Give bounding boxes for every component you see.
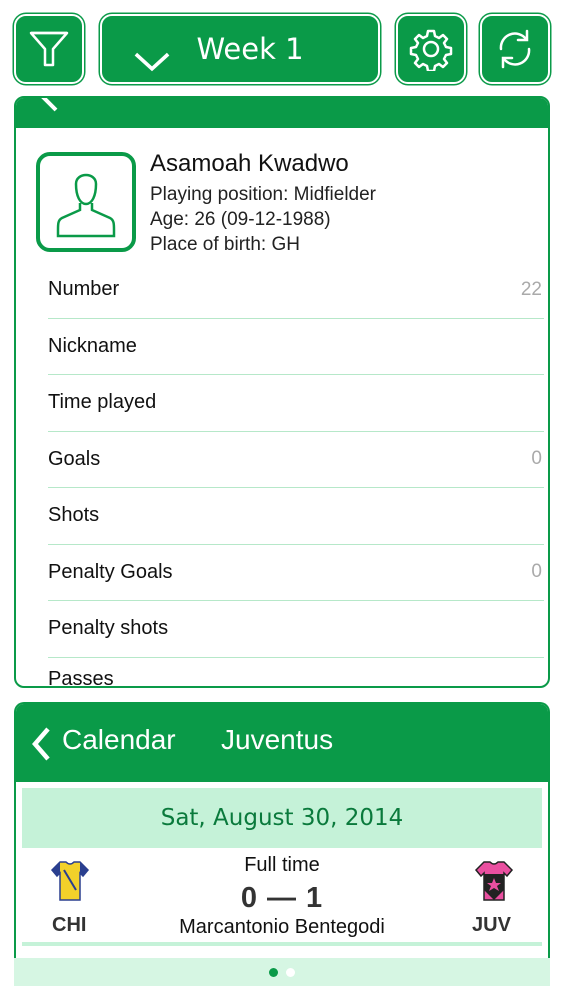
- stat-row-number[interactable]: Number 22: [48, 262, 544, 319]
- stat-label: Penalty shots: [48, 617, 169, 640]
- stat-row-passes[interactable]: Passes: [48, 658, 544, 688]
- page-dot-inactive[interactable]: [286, 967, 295, 977]
- divider: [22, 942, 542, 946]
- stat-value: 22: [520, 278, 542, 300]
- player-card-header: [16, 98, 548, 128]
- refresh-icon: [499, 29, 531, 69]
- stat-value: 0: [531, 561, 542, 583]
- person-silhouette-icon: [56, 173, 116, 238]
- page-dot-active[interactable]: [269, 967, 278, 977]
- stat-row-time-played[interactable]: Time played: [48, 375, 544, 432]
- calendar-title[interactable]: Calendar: [62, 724, 176, 756]
- player-name: Asamoah Kwadwo: [150, 150, 349, 177]
- calendar-team: Juventus: [221, 724, 334, 755]
- player-detail-card: Asamoah Kwadwo Playing position: Midfiel…: [14, 96, 550, 688]
- stat-label: Time played: [48, 391, 157, 414]
- stat-label: Number: [48, 278, 120, 301]
- match-venue: Marcantonio Bentegodi: [179, 916, 385, 938]
- back-chevron-icon[interactable]: [30, 726, 52, 762]
- week-label: Week 1: [196, 32, 304, 66]
- gear-icon: [409, 29, 453, 71]
- stat-row-penalty-goals[interactable]: Penalty Goals 0: [48, 545, 544, 601]
- player-age: Age: 26 (09-12-1988): [150, 209, 331, 230]
- match-status: Full time: [244, 854, 320, 876]
- filter-button[interactable]: [14, 14, 84, 84]
- page-indicator: [14, 958, 550, 986]
- player-avatar: [36, 152, 136, 252]
- back-chevron-icon[interactable]: [38, 96, 60, 112]
- place-of-birth: Place of birth: GH: [150, 234, 300, 255]
- away-team-code: JUV: [472, 914, 511, 936]
- player-info: Asamoah Kwadwo Playing position: Midfiel…: [150, 150, 376, 257]
- stat-label: Nickname: [48, 334, 137, 357]
- stat-row-shots[interactable]: Shots: [48, 488, 544, 545]
- playing-position: Playing position: Midfielder: [150, 184, 377, 205]
- stat-label: Penalty Goals: [48, 560, 173, 583]
- match-date-bar: Sat, August 30, 2014: [22, 788, 542, 848]
- stat-row-nickname[interactable]: Nickname: [48, 319, 544, 375]
- calendar-card: Calendar Juventus Sat, August 30, 2014 C…: [14, 702, 550, 962]
- match-date: Sat, August 30, 2014: [160, 805, 404, 831]
- stat-label: Shots: [48, 504, 100, 527]
- refresh-button[interactable]: [480, 14, 550, 84]
- away-kit-icon: [474, 861, 514, 901]
- stat-label: Goals: [48, 447, 101, 470]
- top-toolbar: Week 1: [12, 12, 550, 86]
- stat-row-goals[interactable]: Goals 0: [48, 432, 544, 488]
- calendar-header: Calendar Juventus: [16, 704, 548, 782]
- chevron-down-icon: [134, 52, 170, 72]
- settings-button[interactable]: [396, 14, 466, 84]
- filter-icon: [29, 31, 69, 67]
- match-score: 0 — 1: [240, 882, 324, 914]
- stat-row-penalty-shots[interactable]: Penalty shots: [48, 601, 544, 658]
- stat-label: Passes: [48, 667, 114, 688]
- stats-list: Number 22 Nickname Time played Goals 0 S…: [48, 262, 544, 688]
- match-row[interactable]: CHI Full time 0 — 1 Marcantonio Bentegod…: [16, 848, 548, 948]
- week-selector[interactable]: Week 1: [100, 14, 380, 84]
- stat-value: 0: [531, 448, 542, 470]
